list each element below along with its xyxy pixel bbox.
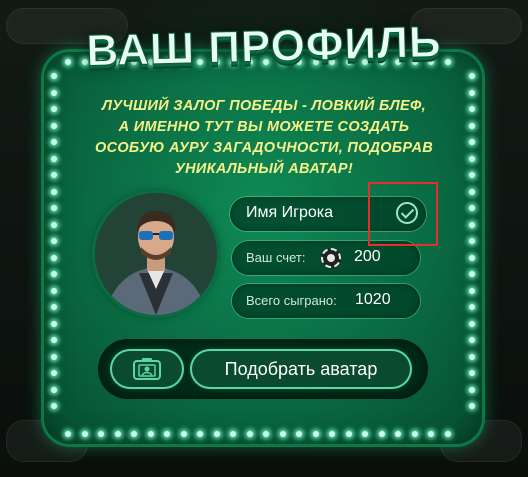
pick-avatar-button[interactable]: Подобрать аватар [192,351,410,387]
description-line: ОСОБУЮ АУРУ ЗАГАДОЧНОСТИ, ПОДОБРАВ [94,140,434,156]
photo-id-icon [133,358,161,380]
games-played-value: 1020 [355,291,391,308]
score-label: Ваш счет: [246,250,306,265]
avatar-image [95,193,217,315]
score-field: Ваш счет: 200 [232,241,420,275]
games-played-label: Всего сыграно: [246,293,337,308]
dialog-description: ЛУЧШИЙ ЗАЛОГ ПОБЕДЫ - ЛОВКИЙ БЛЕФ, А ИМЕ… [74,96,454,180]
score-value: 200 [354,248,381,265]
poker-chip-icon [321,248,341,268]
highlight-box [368,182,438,246]
player-name: Имя Игрока [246,204,333,221]
avatar[interactable] [95,193,217,315]
games-played-field: Всего сыграно: 1020 [232,284,420,318]
description-line: УНИКАЛЬНЫЙ АВАТАР! [174,161,353,177]
description-line: А ИМЕННО ТУТ ВЫ МОЖЕТЕ СОЗДАТЬ [118,119,410,135]
description-line: ЛУЧШИЙ ЗАЛОГ ПОБЕДЫ - ЛОВКИЙ БЛЕФ, [102,98,426,114]
upload-photo-button[interactable] [112,351,182,387]
